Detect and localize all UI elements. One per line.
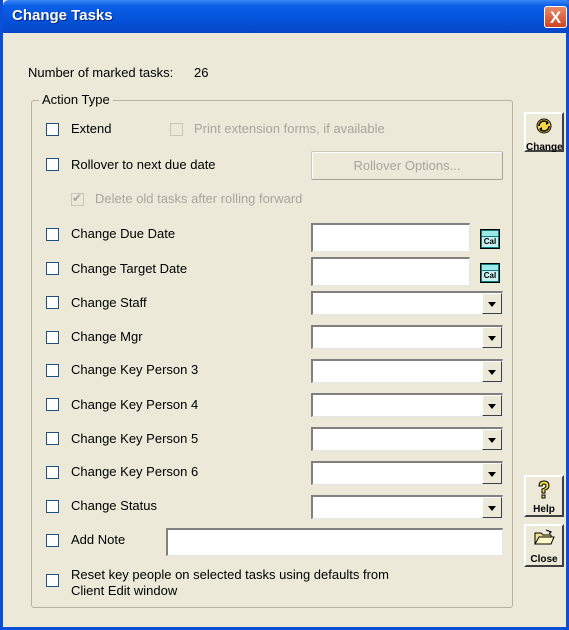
folder-open-icon <box>526 529 562 554</box>
reset-key-people-checkbox[interactable] <box>46 574 59 587</box>
change-key-person-6-label: Change Key Person 6 <box>71 464 199 479</box>
change-target-date-label: Change Target Date <box>71 261 188 276</box>
check-mark-icon: ✔ <box>72 191 83 205</box>
change-tasks-window: Change Tasks X Number of marked tasks: 2… <box>0 0 569 630</box>
delete-old-tasks-label: Delete old tasks after rolling forward <box>95 191 303 206</box>
change-status-checkbox[interactable] <box>46 500 59 513</box>
add-note-label: Add Note <box>71 532 126 547</box>
print-extension-forms-checkbox[interactable] <box>170 123 183 136</box>
note-input[interactable] <box>166 528 503 556</box>
add-note-checkbox[interactable] <box>46 534 59 547</box>
change-key-person-3-label: Change Key Person 3 <box>71 362 199 377</box>
mgr-dropdown-arrow-icon[interactable] <box>482 327 502 348</box>
change-mgr-label: Change Mgr <box>71 329 143 344</box>
key-person-4-select[interactable] <box>311 393 503 417</box>
target-date-calendar-icon[interactable]: Cal <box>480 263 500 283</box>
print-extension-forms-label: Print extension forms, if available <box>194 121 385 136</box>
staff-select[interactable] <box>311 291 503 315</box>
help-button[interactable]: Help <box>524 475 564 517</box>
rollover-checkbox[interactable] <box>46 158 59 171</box>
reset-key-people-label: Reset key people on selected tasks using… <box>71 567 389 599</box>
marked-tasks-label: Number of marked tasks: <box>28 65 174 80</box>
due-date-input[interactable] <box>311 223 470 252</box>
change-button[interactable]: Change <box>524 112 564 153</box>
change-staff-label: Change Staff <box>71 295 147 310</box>
key-person-3-dropdown-arrow-icon[interactable] <box>482 361 502 382</box>
status-select[interactable] <box>311 495 503 519</box>
change-mgr-checkbox[interactable] <box>46 331 59 344</box>
delete-old-tasks-checkbox[interactable]: ✔ <box>71 191 84 206</box>
extend-checkbox[interactable] <box>46 123 59 136</box>
key-person-4-dropdown-arrow-icon[interactable] <box>482 395 502 416</box>
close-window-button[interactable]: X <box>544 6 567 28</box>
refresh-icon <box>526 117 562 142</box>
key-person-5-dropdown-arrow-icon[interactable] <box>482 429 502 450</box>
change-button-label: Change <box>526 142 563 153</box>
change-due-date-label: Change Due Date <box>71 226 176 241</box>
window-title: Change Tasks <box>12 7 113 24</box>
change-key-person-5-checkbox[interactable] <box>46 432 59 445</box>
rollover-options-button[interactable]: Rollover Options... <box>311 151 503 180</box>
action-type-group-label: Action Type <box>39 92 113 107</box>
marked-tasks-count: 26 <box>194 65 209 80</box>
question-icon <box>526 480 562 504</box>
change-key-person-4-checkbox[interactable] <box>46 398 59 411</box>
close-button-label: Close <box>530 554 558 565</box>
status-dropdown-arrow-icon[interactable] <box>482 497 502 518</box>
change-key-person-4-label: Change Key Person 4 <box>71 397 199 412</box>
key-person-3-select[interactable] <box>311 359 503 383</box>
reset-key-people-label-line1: Reset key people on selected tasks using… <box>71 567 389 582</box>
close-button[interactable]: Close <box>524 524 564 567</box>
change-status-label: Change Status <box>71 498 158 513</box>
title-bar[interactable]: Change Tasks X <box>3 0 569 33</box>
change-key-person-3-checkbox[interactable] <box>46 364 59 377</box>
reset-key-people-label-line2: Client Edit window <box>71 583 178 598</box>
change-key-person-5-label: Change Key Person 5 <box>71 431 199 446</box>
target-date-input[interactable] <box>311 257 470 286</box>
change-target-date-checkbox[interactable] <box>46 262 59 275</box>
change-staff-checkbox[interactable] <box>46 296 59 309</box>
key-person-6-dropdown-arrow-icon[interactable] <box>482 463 502 484</box>
due-date-calendar-icon[interactable]: Cal <box>480 229 500 249</box>
key-person-5-select[interactable] <box>311 427 503 451</box>
staff-dropdown-arrow-icon[interactable] <box>482 293 502 314</box>
rollover-label: Rollover to next due date <box>71 157 216 172</box>
change-due-date-checkbox[interactable] <box>46 228 59 241</box>
change-key-person-6-checkbox[interactable] <box>46 466 59 479</box>
key-person-6-select[interactable] <box>311 461 503 485</box>
extend-label: Extend <box>71 121 112 136</box>
mgr-select[interactable] <box>311 325 503 349</box>
help-button-label: Help <box>533 504 555 515</box>
